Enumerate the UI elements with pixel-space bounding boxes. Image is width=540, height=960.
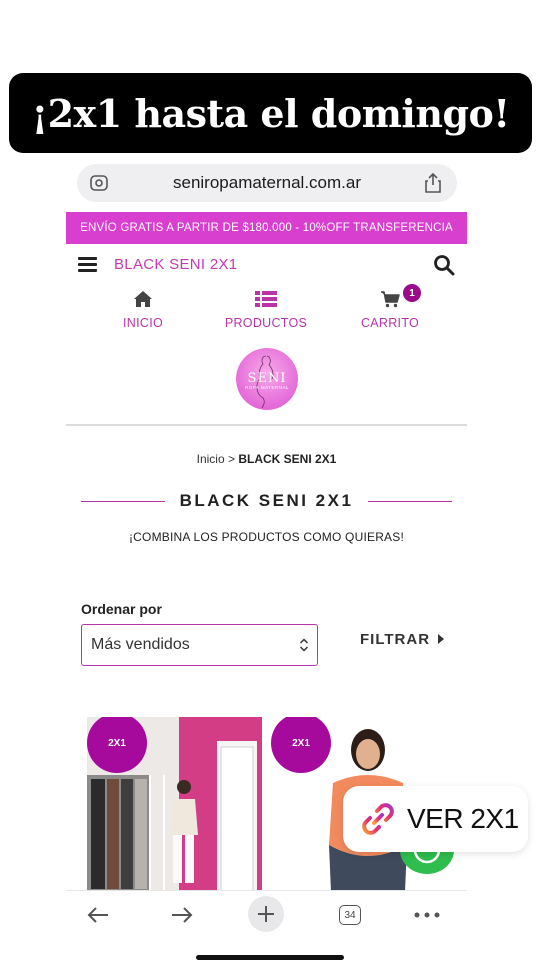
tab-count: 34 bbox=[339, 905, 361, 925]
address-bar[interactable]: seniropamaternal.com.ar bbox=[77, 164, 457, 202]
logo-section: SENI ROPA MATERNAL bbox=[66, 342, 467, 426]
more-icon bbox=[414, 912, 440, 918]
search-icon[interactable] bbox=[433, 254, 455, 276]
promo-badge-text: 2X1 bbox=[292, 737, 310, 749]
sort-label: Ordenar por bbox=[81, 601, 162, 617]
arrow-left-icon bbox=[87, 907, 108, 923]
menu-icon[interactable] bbox=[78, 257, 97, 272]
logo-subtext: ROPA MATERNAL bbox=[244, 385, 290, 390]
category-subtitle: ¡COMBINA LOS PRODUCTOS COMO QUIERAS! bbox=[128, 530, 404, 544]
breadcrumb: Inicio > BLACK SENI 2X1 bbox=[66, 452, 467, 466]
filter-label: FILTRAR bbox=[360, 631, 431, 648]
promo-text: ENVÍO GRATIS A PARTIR DE $180.000 - 10%O… bbox=[80, 222, 453, 234]
site-header: BLACK SENI 2X1 bbox=[66, 244, 467, 286]
nav-label-carrito: CARRITO bbox=[360, 316, 420, 330]
share-icon[interactable] bbox=[423, 172, 443, 194]
chevron-updown-icon bbox=[299, 638, 309, 652]
nav-item-inicio[interactable]: INICIO bbox=[88, 290, 198, 332]
forward-button[interactable] bbox=[164, 899, 200, 931]
list-icon bbox=[255, 291, 277, 307]
promo-badge-text: 2X1 bbox=[108, 737, 126, 749]
sort-selected-value: Más vendidos bbox=[91, 636, 190, 653]
camera-search-icon[interactable] bbox=[89, 173, 109, 193]
title-rule-right bbox=[368, 501, 452, 502]
home-indicator[interactable] bbox=[196, 955, 344, 960]
main-nav: INICIO PRODUCTOS CARRITO 1 bbox=[66, 284, 467, 342]
link-icon bbox=[362, 803, 394, 835]
plus-icon bbox=[248, 896, 284, 932]
breadcrumb-current: BLACK SENI 2X1 bbox=[238, 452, 337, 466]
story-title: ¡2x1 hasta el domingo! bbox=[31, 90, 510, 136]
home-icon bbox=[134, 291, 152, 307]
header-divider bbox=[66, 424, 467, 426]
arrow-right-icon bbox=[172, 907, 193, 923]
brand-title[interactable]: BLACK SENI 2X1 bbox=[114, 256, 237, 273]
nav-item-productos[interactable]: PRODUCTOS bbox=[211, 290, 321, 332]
tabs-button[interactable]: 34 bbox=[332, 899, 368, 931]
nav-label-inicio: INICIO bbox=[123, 316, 163, 330]
nav-item-carrito[interactable]: CARRITO 1 bbox=[335, 284, 445, 332]
cart-icon bbox=[381, 291, 400, 308]
logo-text: SENI bbox=[247, 371, 287, 386]
category-title-row: BLACK SENI 2X1 bbox=[66, 486, 467, 516]
breadcrumb-home[interactable]: Inicio bbox=[197, 452, 225, 466]
caret-right-icon bbox=[438, 634, 445, 644]
breadcrumb-separator: > bbox=[224, 452, 239, 466]
product-card[interactable]: 2X1 bbox=[87, 717, 262, 890]
browser-toolbar: 34 bbox=[66, 890, 467, 938]
filter-button[interactable]: FILTRAR bbox=[360, 631, 445, 648]
more-menu-button[interactable] bbox=[409, 899, 445, 931]
story-title-banner: ¡2x1 hasta el domingo! bbox=[9, 73, 532, 153]
promo-bar: ENVÍO GRATIS A PARTIR DE $180.000 - 10%O… bbox=[66, 212, 467, 244]
url-text[interactable]: seniropamaternal.com.ar bbox=[173, 173, 361, 193]
back-button[interactable] bbox=[80, 899, 116, 931]
new-tab-button[interactable] bbox=[248, 895, 284, 933]
nav-label-productos: PRODUCTOS bbox=[224, 316, 308, 330]
brand-logo[interactable]: SENI ROPA MATERNAL bbox=[236, 348, 298, 410]
cart-count-badge: 1 bbox=[403, 284, 421, 302]
link-sticker[interactable]: VER 2X1 bbox=[343, 786, 528, 852]
sort-select[interactable]: Más vendidos bbox=[81, 624, 318, 666]
sticker-text: VER 2X1 bbox=[407, 803, 519, 834]
